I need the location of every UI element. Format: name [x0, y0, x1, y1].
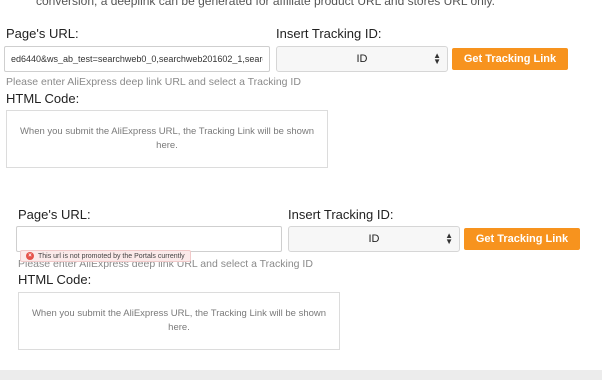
tracking-id-selected: ID	[368, 233, 380, 245]
tracking-id-select[interactable]: ID ▲ ▼	[288, 226, 460, 252]
hint-text: Please enter AliExpress deep link URL an…	[6, 76, 301, 88]
html-code-label: HTML Code:	[6, 91, 80, 106]
error-text: This url is not promoted by the Portals …	[38, 252, 185, 260]
error-tooltip: × This url is not promoted by the Portal…	[20, 250, 191, 262]
truncated-intro-text: conversion, a deeplink can be generated …	[36, 0, 495, 8]
code-placeholder-line2: here.	[168, 322, 190, 333]
tracking-id-selected: ID	[356, 53, 368, 65]
html-code-output: When you submit the AliExpress URL, the …	[18, 292, 340, 350]
code-placeholder-line1: When you submit the AliExpress URL, the …	[19, 126, 315, 137]
code-placeholder-line1: When you submit the AliExpress URL, the …	[31, 308, 327, 319]
page-url-input[interactable]	[4, 46, 270, 72]
up-down-arrows-icon: ▲ ▼	[433, 51, 441, 66]
page-url-label: Page's URL:	[18, 207, 91, 222]
error-x-icon: ×	[26, 252, 34, 260]
html-code-output: When you submit the AliExpress URL, the …	[6, 110, 328, 168]
up-down-arrows-icon: ▲ ▼	[445, 231, 453, 246]
html-code-label: HTML Code:	[18, 272, 92, 287]
code-placeholder-line2: here.	[156, 140, 178, 151]
tracking-id-select[interactable]: ID ▲ ▼	[276, 46, 448, 72]
tracking-id-label: Insert Tracking ID:	[288, 207, 394, 222]
footer-bar	[0, 370, 602, 380]
page-url-label: Page's URL:	[6, 26, 79, 41]
get-tracking-link-button[interactable]: Get Tracking Link	[464, 228, 580, 250]
page-url-input[interactable]	[16, 226, 282, 252]
tracking-id-label: Insert Tracking ID:	[276, 26, 382, 41]
get-tracking-link-button[interactable]: Get Tracking Link	[452, 48, 568, 70]
